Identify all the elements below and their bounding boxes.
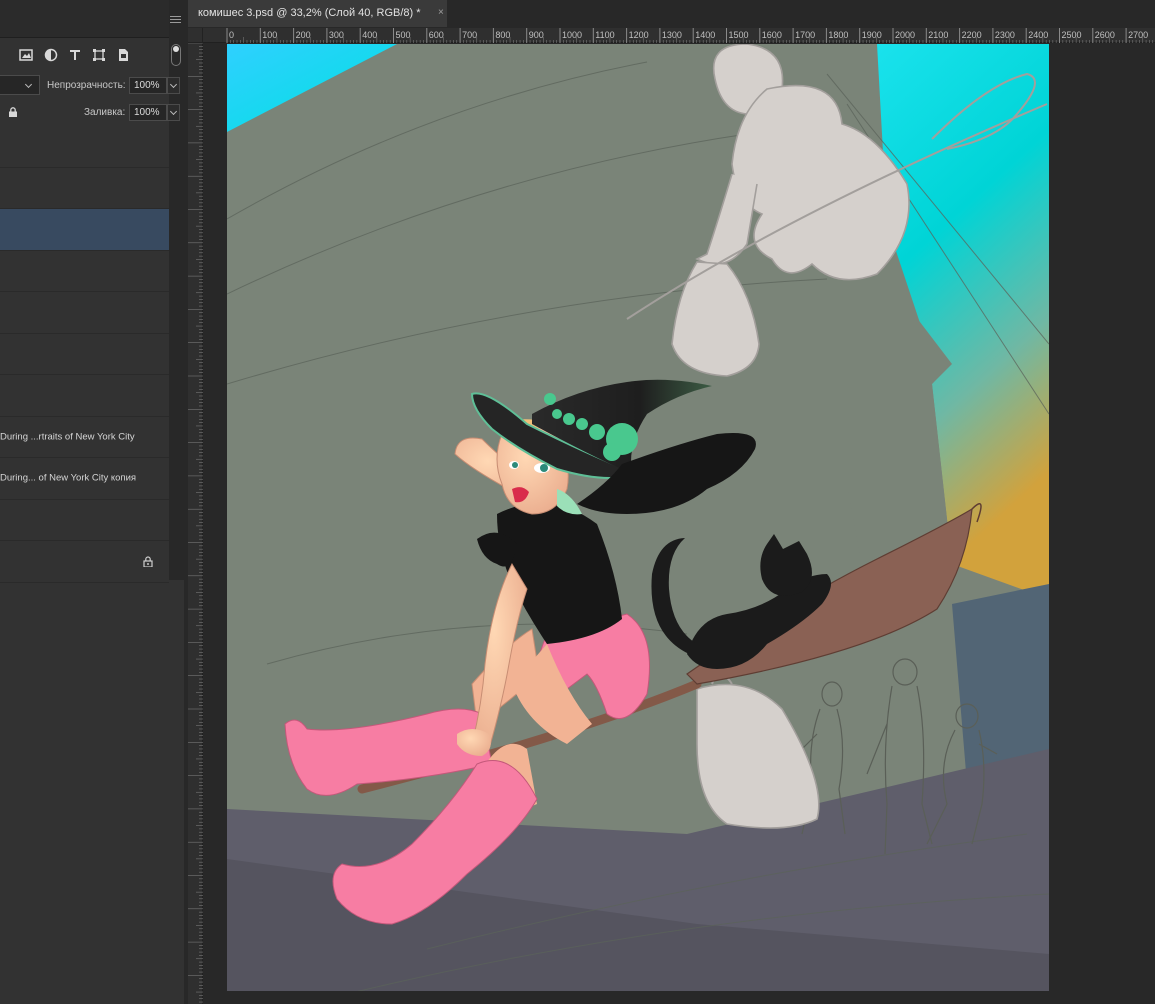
layer-lock-icon: [143, 556, 153, 567]
ruler-label: 2100: [928, 30, 948, 40]
ruler-label: 1000: [562, 30, 582, 40]
layer-list: During ...rtraits of New York City Durin…: [0, 126, 169, 583]
ruler-label: 1400: [695, 30, 715, 40]
ruler-label: 1900: [862, 30, 882, 40]
ruler-label: 800: [495, 30, 510, 40]
ruler-label: 1500: [729, 30, 749, 40]
artwork: [227, 44, 1049, 991]
shape-filter-icon[interactable]: [92, 48, 106, 62]
ruler-label: 1100: [595, 30, 614, 40]
document-canvas[interactable]: [227, 44, 1049, 991]
ruler-label: 2400: [1028, 30, 1048, 40]
ruler-label: 1200: [629, 30, 649, 40]
fill-input[interactable]: 100%: [129, 104, 167, 121]
ruler-label: 100: [262, 30, 277, 40]
document-tab-title: комишес 3.psd @ 33,2% (Слой 40, RGB/8) *: [198, 7, 421, 19]
ruler-label: 2200: [962, 30, 982, 40]
ruler-label: 1700: [795, 30, 815, 40]
ruler-label: 500: [396, 30, 411, 40]
layer-row[interactable]: [0, 375, 169, 417]
ruler-label: 2700: [1128, 30, 1148, 40]
layer-name: During... of New York City копия: [0, 472, 137, 484]
layer-row[interactable]: [0, 167, 169, 209]
opacity-dropdown[interactable]: [167, 77, 180, 94]
close-icon[interactable]: ×: [438, 7, 444, 18]
layers-panel: Непрозрачность: 100% Заливка: 100% Durin…: [0, 0, 184, 1004]
ruler-label: 300: [329, 30, 344, 40]
image-filter-icon[interactable]: [19, 48, 33, 62]
document-tab[interactable]: комишес 3.psd @ 33,2% (Слой 40, RGB/8) *…: [188, 0, 447, 27]
ruler-origin[interactable]: [188, 28, 203, 43]
layer-row[interactable]: [0, 333, 169, 375]
opacity-label: Непрозрачность:: [47, 80, 126, 91]
panel-header: [0, 0, 169, 38]
ruler-label: 400: [362, 30, 377, 40]
document-tab-bar: комишес 3.psd @ 33,2% (Слой 40, RGB/8) *…: [184, 0, 1155, 28]
fill-row: Заливка: 100%: [0, 101, 184, 125]
ruler-label: 1600: [762, 30, 782, 40]
layer-filter-row: [0, 40, 169, 74]
ruler-label: 900: [529, 30, 544, 40]
type-filter-icon[interactable]: [68, 48, 82, 62]
ruler-label: 700: [462, 30, 477, 40]
layer-row[interactable]: During... of New York City копия: [0, 458, 169, 500]
layer-row-selected[interactable]: [0, 209, 169, 251]
ruler-label: 2500: [1062, 30, 1082, 40]
adjustment-filter-icon[interactable]: [44, 48, 58, 62]
layer-row[interactable]: [0, 250, 169, 292]
ruler-label: 600: [429, 30, 444, 40]
smart-object-filter-icon[interactable]: [116, 48, 130, 62]
layer-row[interactable]: During ...rtraits of New York City: [0, 416, 169, 458]
vertical-ruler[interactable]: [188, 42, 203, 1004]
background-layer-row[interactable]: [0, 541, 169, 583]
layer-name: During ...rtraits of New York City: [0, 431, 135, 443]
fill-label: Заливка:: [84, 107, 126, 118]
ruler-label: 200: [296, 30, 311, 40]
layer-row[interactable]: [0, 126, 169, 168]
ruler-label: 2000: [895, 30, 915, 40]
opacity-row: Непрозрачность: 100%: [0, 74, 184, 98]
horizontal-ruler-scale: 0 100 200 300 400 500 600 700 800 900 1000 1100 1200…: [226, 28, 1154, 43]
panel-menu-icon[interactable]: [170, 16, 181, 26]
ruler-label: 2300: [995, 30, 1015, 40]
opacity-input[interactable]: 100%: [129, 77, 167, 94]
fill-dropdown[interactable]: [167, 104, 180, 121]
layer-row[interactable]: [0, 292, 169, 334]
ruler-label: 0: [229, 30, 234, 40]
vertical-ruler-scale: [188, 42, 203, 1003]
ruler-label: 1800: [828, 30, 848, 40]
ruler-label: 1300: [662, 30, 682, 40]
filter-toggle[interactable]: [171, 44, 181, 66]
horizontal-ruler[interactable]: 0 100 200 300 400 500 600 700 800 900 1000 1100 1200…: [203, 28, 1155, 43]
layer-row[interactable]: [0, 499, 169, 541]
ruler-label: 2600: [1095, 30, 1115, 40]
